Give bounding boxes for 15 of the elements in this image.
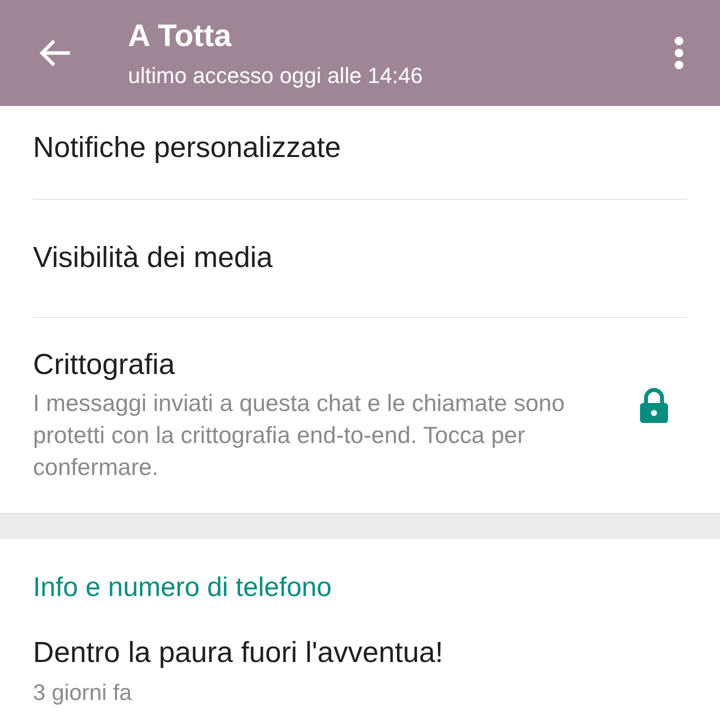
about-text: Dentro la paura fuori l'avventua! [33,636,444,670]
settings-item[interactable]: Crittografia I messaggi inviati a questa chat e le chiamate sono protetti con la crittografia end-to-end. Tocca per confermare. [0,318,720,513]
lock-icon [639,388,669,424]
last-seen: ultimo accesso oggi alle 14:46 [128,64,424,86]
setting-description: I messaggi inviati a questa chat e le chiamate sono protetti con la crittografia end-to-end. Tocca per confermare. [33,388,566,482]
setting-label: Visibilità dei media [33,241,274,276]
about-date: 3 giorni fa [33,679,133,708]
settings-item[interactable]: Visibilità dei media [0,200,720,318]
more-icon[interactable] [674,36,684,70]
settings-item[interactable]: Notifiche personalizzate [0,106,720,200]
back-icon[interactable] [38,38,72,68]
setting-label: Notifiche personalizzate [33,131,342,166]
contact-name: A Totta [128,20,232,50]
section-heading: Info e numero di telefono [33,571,333,604]
setting-label: Crittografia [33,348,176,383]
